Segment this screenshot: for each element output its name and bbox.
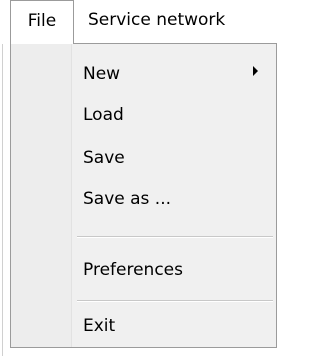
menu-separator — [77, 300, 273, 302]
app-window: File Service network New Load Save Save … — [0, 0, 278, 356]
menu-file[interactable]: File — [10, 0, 74, 44]
menu-item-save[interactable]: Save — [83, 144, 125, 172]
file-dropdown-menu: New Load Save Save as ... Preferences Ex… — [10, 43, 277, 348]
menu-item-exit[interactable]: Exit — [83, 312, 115, 340]
submenu-arrow-icon — [253, 66, 258, 76]
menu-item-preferences[interactable]: Preferences — [83, 256, 183, 284]
background-window-edge — [2, 44, 3, 356]
menu-item-save-as[interactable]: Save as ... — [83, 185, 171, 213]
menu-item-load[interactable]: Load — [83, 101, 124, 129]
menu-separator — [77, 236, 273, 238]
menu-bar: File Service network — [0, 0, 278, 44]
menu-gutter-divider — [71, 44, 72, 347]
menu-service-network[interactable]: Service network — [88, 0, 225, 40]
menu-icon-gutter — [11, 44, 71, 347]
menu-item-new[interactable]: New — [83, 60, 120, 88]
